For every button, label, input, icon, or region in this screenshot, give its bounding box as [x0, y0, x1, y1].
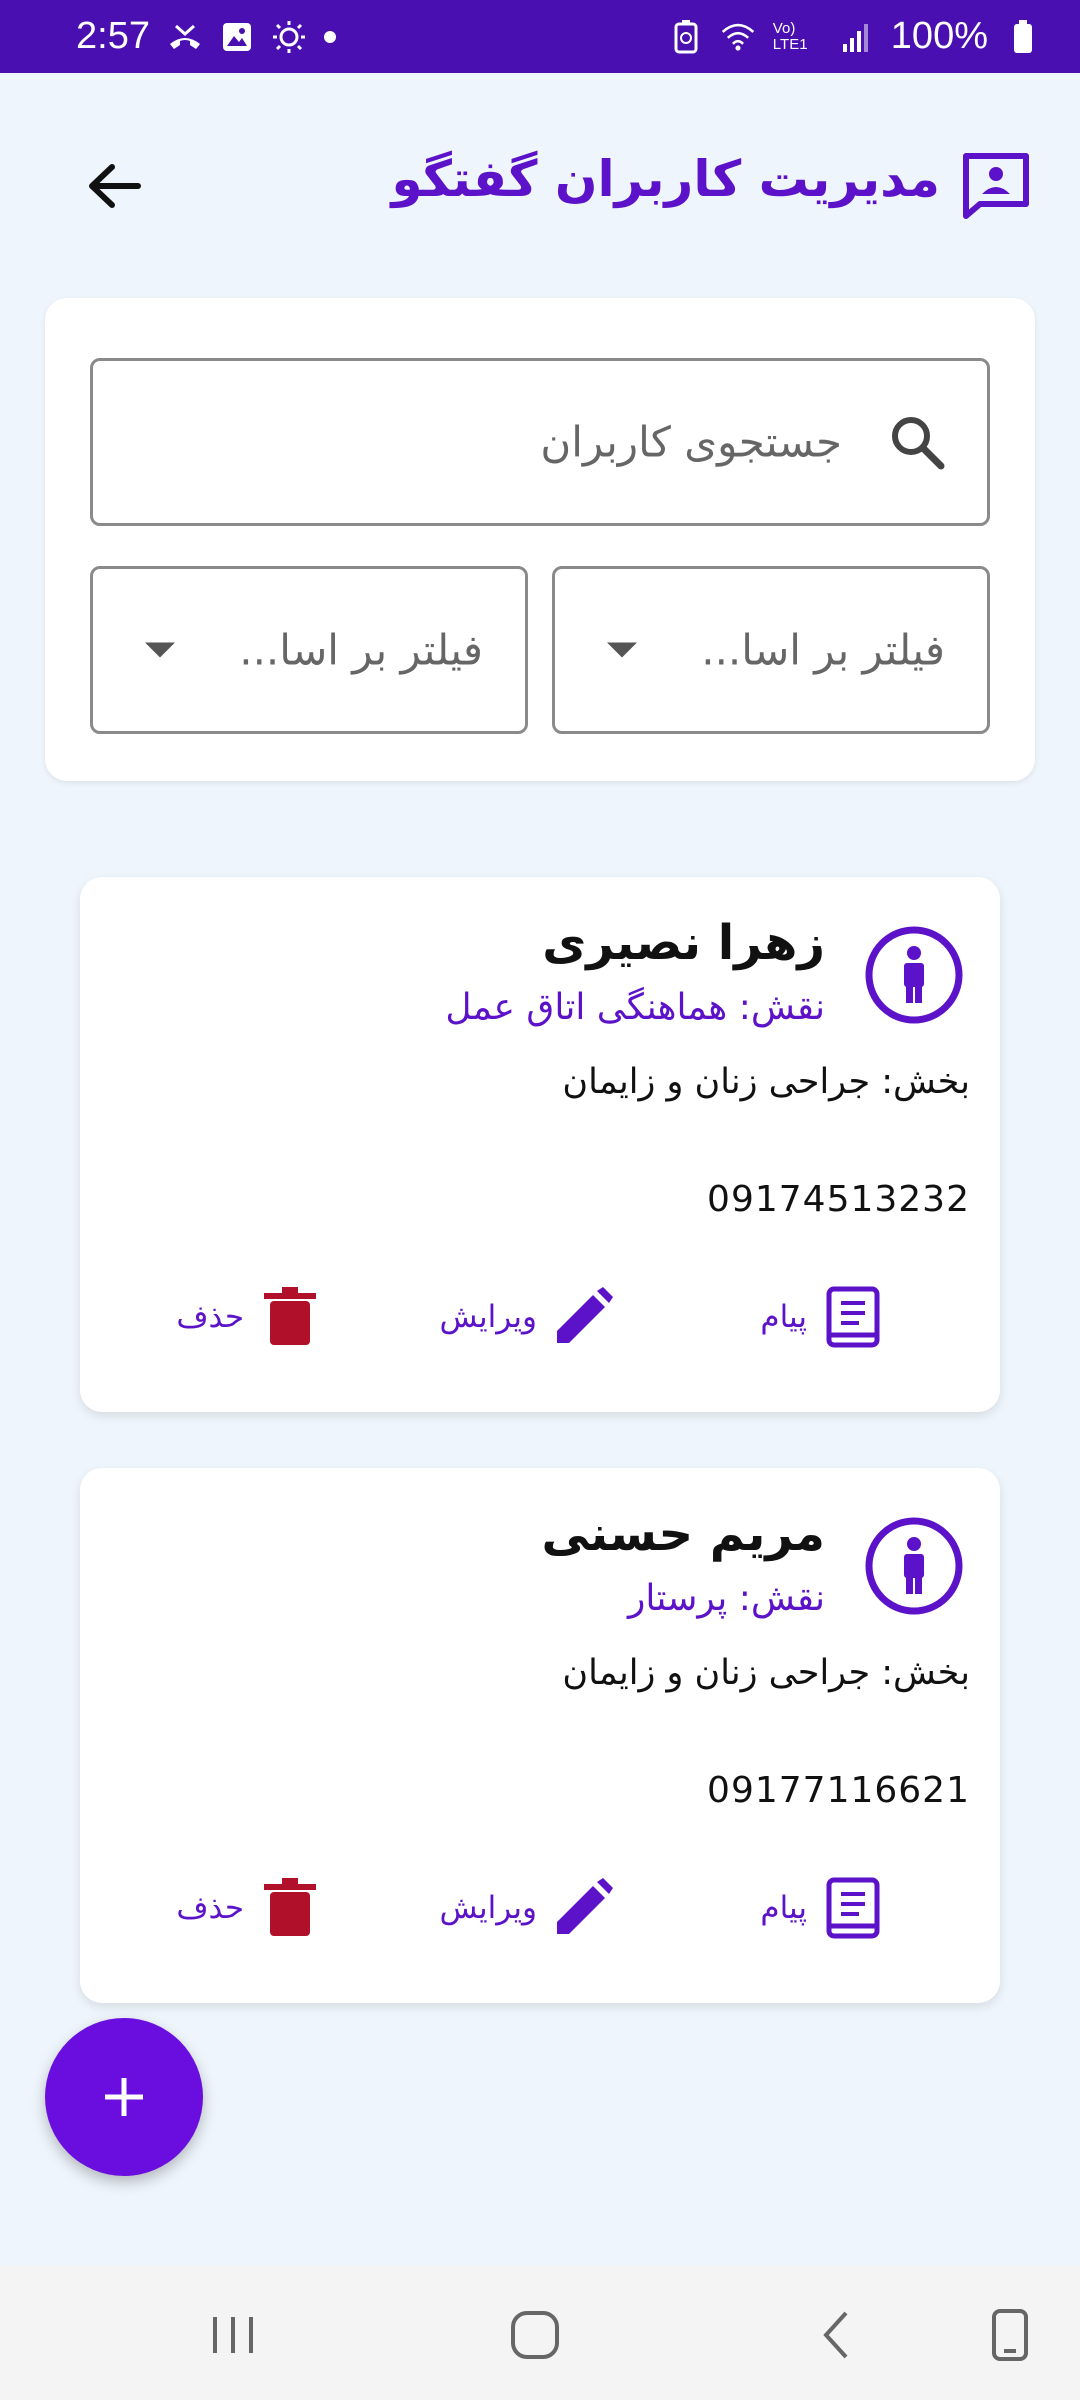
message-button[interactable]: پیام	[760, 1868, 885, 1948]
user-card: زهرا نصیری نقش: هماهنگی اتاق عمل بخش: جر…	[80, 877, 1000, 1412]
filter-dropdown-2[interactable]: فیلتر بر اسا...	[90, 566, 528, 734]
user-card: مریم حسنی نقش: پرستار بخش: جراحی زنان و …	[80, 1468, 1000, 2003]
signal-icon	[839, 20, 873, 54]
home-button[interactable]	[505, 2305, 565, 2365]
filter-dropdown-2-label: فیلتر بر اسا...	[239, 625, 483, 675]
phone-rotate-icon	[992, 2309, 1028, 2361]
wifi-icon	[721, 20, 755, 54]
message-label: پیام	[760, 1890, 807, 1926]
delete-button[interactable]: حذف	[176, 1277, 322, 1357]
message-button[interactable]: پیام	[760, 1277, 885, 1357]
person-icon	[864, 1516, 964, 1616]
arrow-left-icon	[89, 164, 141, 208]
recents-icon	[213, 2317, 253, 2353]
book-icon	[821, 1876, 885, 1940]
search-input[interactable]: جستجوی کاربران	[90, 358, 990, 526]
user-role: نقش: پرستار	[628, 1578, 825, 1619]
app-header: مدیریت کاربران گفتگو	[0, 120, 1080, 250]
user-role: نقش: هماهنگی اتاق عمل	[445, 987, 825, 1028]
pencil-icon	[551, 1285, 615, 1349]
delete-label: حذف	[176, 1299, 244, 1335]
edit-button[interactable]: ویرایش	[440, 1868, 615, 1948]
edit-button[interactable]: ویرایش	[440, 1277, 615, 1357]
home-icon	[511, 2311, 559, 2359]
recent-apps-button[interactable]	[203, 2305, 263, 2365]
book-icon	[821, 1285, 885, 1349]
search-icon	[885, 410, 949, 474]
delete-label: حذف	[176, 1890, 244, 1926]
trash-icon	[258, 1285, 322, 1349]
back-button[interactable]	[70, 148, 158, 224]
edit-label: ویرایش	[439, 1890, 537, 1926]
battery-percent: 100%	[890, 15, 988, 57]
pencil-icon	[551, 1876, 615, 1940]
status-right: Vo) LTE1 100%	[669, 15, 1040, 58]
brightness-icon	[272, 20, 306, 54]
add-user-button[interactable]	[45, 2018, 203, 2176]
filter-dropdown-1-label: فیلتر بر اسا...	[701, 625, 945, 675]
user-phone: 09177116621	[707, 1770, 970, 1811]
chevron-left-icon	[823, 2311, 848, 2359]
missed-call-icon	[168, 20, 202, 54]
recycle-battery-icon	[669, 19, 703, 54]
network-label: Vo) LTE1	[772, 19, 808, 53]
page-title: مدیریت کاربران گفتگو	[391, 150, 940, 208]
contact-card-icon	[960, 150, 1032, 222]
status-left: 2:57	[76, 15, 336, 58]
filter-dropdown-1[interactable]: فیلتر بر اسا...	[552, 566, 990, 734]
person-icon	[864, 925, 964, 1025]
edit-label: ویرایش	[439, 1299, 537, 1335]
gallery-icon	[220, 20, 254, 54]
notification-dot	[323, 30, 336, 43]
chevron-down-icon	[607, 642, 637, 658]
delete-button[interactable]: حذف	[176, 1868, 322, 1948]
user-phone: 09174513232	[707, 1179, 970, 1220]
filter-card: جستجوی کاربران فیلتر بر اسا... فیلتر بر …	[45, 298, 1035, 781]
chevron-down-icon	[145, 642, 175, 658]
search-placeholder: جستجوی کاربران	[540, 417, 842, 467]
user-department: بخش: جراحی زنان و زایمان	[562, 1062, 970, 1102]
plus-icon	[105, 2078, 143, 2116]
status-bar: 2:57 Vo) LTE1 100%	[0, 0, 1080, 73]
status-time: 2:57	[76, 15, 150, 57]
user-name: زهرا نصیری	[542, 915, 825, 971]
user-department: بخش: جراحی زنان و زایمان	[562, 1653, 970, 1693]
back-nav-button[interactable]	[808, 2305, 868, 2365]
keyboard-toggle-button[interactable]	[980, 2305, 1040, 2365]
system-nav-bar	[0, 2265, 1080, 2400]
battery-icon	[1006, 19, 1040, 54]
user-name: مریم حسنی	[541, 1506, 825, 1562]
message-label: پیام	[760, 1299, 807, 1335]
trash-icon	[258, 1876, 322, 1940]
